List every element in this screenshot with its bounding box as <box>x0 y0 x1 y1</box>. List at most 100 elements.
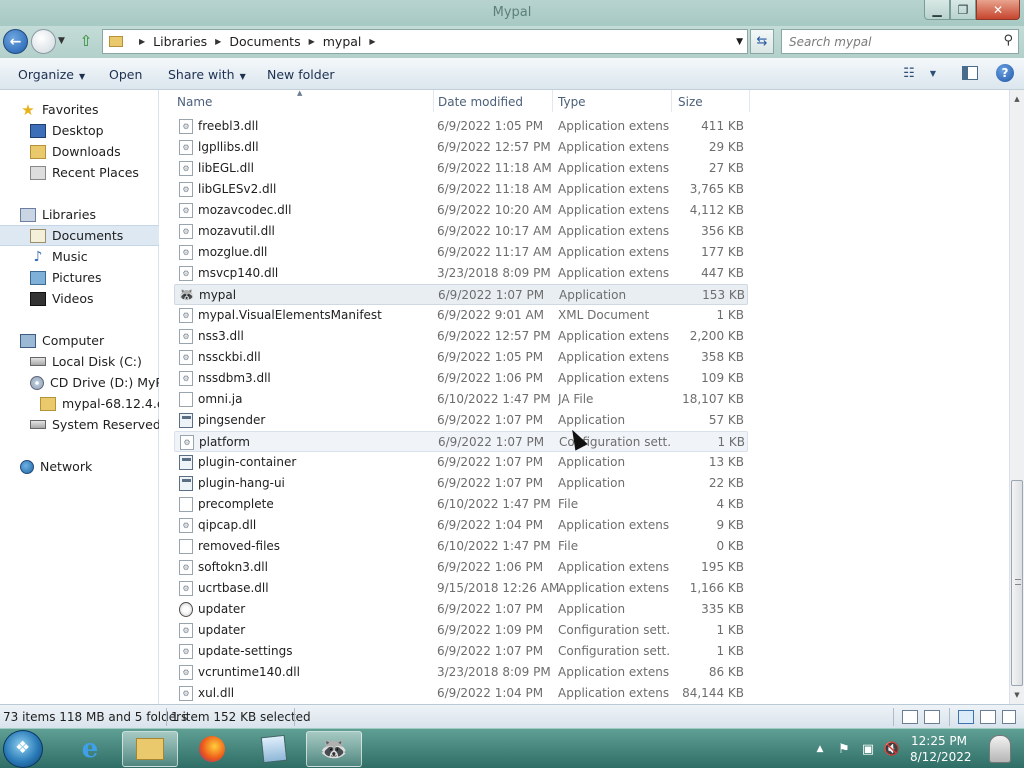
action-center-flag-icon[interactable]: ⚑ <box>835 742 853 757</box>
nav-desktop[interactable]: Desktop <box>0 120 159 141</box>
internet-explorer-icon[interactable]: e <box>62 731 118 767</box>
nav-documents[interactable]: Documents <box>0 225 159 246</box>
help-icon[interactable]: ? <box>996 64 1014 82</box>
file-row[interactable]: ⚙ mypal.VisualElementsManifest 6/9/2022 9:… <box>174 305 748 326</box>
file-row[interactable]: updater 6/9/2022 1:07 PM Application 335 KB <box>174 599 748 620</box>
details-view-icon[interactable] <box>902 710 918 724</box>
notepad-icon[interactable] <box>246 731 302 767</box>
firefox-icon[interactable] <box>184 731 240 767</box>
scroll-thumb[interactable] <box>1011 480 1023 686</box>
file-row[interactable]: omni.ja 6/10/2022 1:47 PM JA File 18,107 KB <box>174 389 748 410</box>
nav-pictures[interactable]: Pictures <box>0 267 159 288</box>
file-row[interactable]: plugin-hang-ui 6/9/2022 1:07 PM Applicatio… <box>174 473 748 494</box>
search-box[interactable]: ⚲ <box>781 29 1019 54</box>
minimize-button[interactable]: ▁ <box>924 0 950 20</box>
file-row[interactable]: ⚙ libGLESv2.dll 6/9/2022 11:18 AM Applicati… <box>174 179 748 200</box>
recent-pages-dropdown[interactable]: ▼ <box>58 36 65 46</box>
file-row[interactable]: ⚙ ucrtbase.dll 9/15/2018 12:26 AM Applicati… <box>174 578 748 599</box>
file-row[interactable]: pingsender 6/9/2022 1:07 PM Application 57 … <box>174 410 748 431</box>
nav-recent-places[interactable]: Recent Places <box>0 162 159 183</box>
file-row[interactable]: ⚙ softokn3.dll 6/9/2022 1:06 PM Application… <box>174 557 748 578</box>
change-view-button[interactable]: ☷ <box>898 64 920 82</box>
file-row[interactable]: ⚙ mozavcodec.dll 6/9/2022 10:20 AM Applicat… <box>174 200 748 221</box>
address-bar[interactable]: ▶ Libraries ▶ Documents ▶ mypal ▶ ▼ <box>102 29 748 54</box>
vertical-scrollbar[interactable]: ▲ ▼ <box>1009 90 1024 704</box>
column-divider[interactable] <box>749 90 750 112</box>
file-row[interactable]: plugin-container 6/9/2022 1:07 PM Applicat… <box>174 452 748 473</box>
start-button[interactable] <box>3 730 43 768</box>
column-header-size[interactable]: Size <box>678 90 748 114</box>
file-row[interactable]: ⚙ mozavutil.dll 6/9/2022 10:17 AM Applicati… <box>174 221 748 242</box>
breadcrumb-chevron-icon[interactable]: ▶ <box>309 37 315 46</box>
file-row[interactable]: ⚙ nssdbm3.dll 6/9/2022 1:06 PM Application … <box>174 368 748 389</box>
breadcrumb-chevron-icon[interactable]: ▶ <box>139 37 145 46</box>
back-button[interactable]: ← <box>3 29 28 54</box>
nav-favorites[interactable]: ★ Favorites <box>0 99 159 120</box>
scroll-down-icon[interactable]: ▼ <box>1010 688 1024 702</box>
search-input[interactable] <box>789 31 994 52</box>
file-row[interactable]: 🦝 mypal 6/9/2022 1:07 PM Application 153 KB <box>174 284 748 305</box>
organize-menu[interactable]: Organize ▼ <box>18 67 85 82</box>
details-pane-toggle-icon[interactable] <box>1002 710 1016 724</box>
clock[interactable]: 12:25 PM 8/12/2022 <box>910 733 972 765</box>
file-row[interactable]: removed-files 6/10/2022 1:47 PM File 0 KB <box>174 536 748 557</box>
volume-muted-icon[interactable]: 🔇 <box>883 742 901 757</box>
nav-computer[interactable]: Computer <box>0 330 159 351</box>
open-button[interactable]: Open <box>109 67 142 82</box>
network-status-icon[interactable]: ▣ <box>859 742 877 757</box>
close-button[interactable]: ✕ <box>976 0 1020 20</box>
new-folder-button[interactable]: New folder <box>267 67 335 82</box>
nav-local-disk[interactable]: Local Disk (C:) <box>0 351 159 372</box>
breadcrumb-mypal[interactable]: mypal <box>323 34 362 49</box>
preview-pane-toggle-icon[interactable] <box>980 710 996 724</box>
nav-downloads[interactable]: Downloads <box>0 141 159 162</box>
file-row[interactable]: ⚙ update-settings 6/9/2022 1:07 PM Configur… <box>174 641 748 662</box>
mypal-app-icon[interactable]: 🦝 <box>306 731 362 767</box>
show-desktop-button[interactable] <box>976 729 1024 768</box>
nav-cd-drive[interactable]: CD Drive (D:) MyPal <box>0 372 159 393</box>
file-row[interactable]: ⚙ freebl3.dll 6/9/2022 1:05 PM Application … <box>174 116 748 137</box>
file-row[interactable]: precomplete 6/10/2022 1:47 PM File 4 KB <box>174 494 748 515</box>
file-row[interactable]: ⚙ lgpllibs.dll 6/9/2022 12:57 PM Applicatio… <box>174 137 748 158</box>
nav-system-reserved[interactable]: System Reserved (E:) <box>0 414 159 435</box>
maximize-button[interactable]: ❐ <box>950 0 976 20</box>
nav-network[interactable]: Network <box>0 456 159 477</box>
file-row[interactable]: ⚙ msvcp140.dll 3/23/2018 8:09 PM Applicatio… <box>174 263 748 284</box>
nav-mypal-folder[interactable]: mypal-68.12.4.en- <box>0 393 159 414</box>
search-icon[interactable]: ⚲ <box>1003 33 1013 48</box>
file-row[interactable]: ⚙ vcruntime140.dll 3/23/2018 8:09 PM Applic… <box>174 662 748 683</box>
nav-libraries[interactable]: Libraries <box>0 204 159 225</box>
file-row[interactable]: ⚙ qipcap.dll 6/9/2022 1:04 PM Application e… <box>174 515 748 536</box>
layout-view-icon[interactable] <box>958 710 974 724</box>
column-header-date[interactable]: Date modified <box>438 90 552 114</box>
address-dropdown-icon[interactable]: ▼ <box>736 37 743 47</box>
nav-music[interactable]: ♪ Music <box>0 246 159 267</box>
windows-explorer-icon[interactable] <box>122 731 178 767</box>
breadcrumb-chevron-icon[interactable]: ▶ <box>369 37 375 46</box>
share-with-menu[interactable]: Share with ▼ <box>168 67 246 82</box>
column-header-type[interactable]: Type <box>558 90 670 114</box>
nav-videos[interactable]: Videos <box>0 288 159 309</box>
file-row[interactable]: ⚙ libEGL.dll 6/9/2022 11:18 AM Application … <box>174 158 748 179</box>
file-row[interactable]: ⚙ nss3.dll 6/9/2022 12:57 PM Application ex… <box>174 326 748 347</box>
file-row[interactable]: ⚙ updater 6/9/2022 1:09 PM Configuration se… <box>174 620 748 641</box>
thumbnail-view-icon[interactable] <box>924 710 940 724</box>
file-row[interactable]: ⚙ mozglue.dll 6/9/2022 11:17 AM Application… <box>174 242 748 263</box>
breadcrumb-libraries[interactable]: Libraries <box>153 34 207 49</box>
show-hidden-icons-icon[interactable]: ▲ <box>811 744 829 754</box>
column-divider[interactable] <box>671 90 672 112</box>
up-button[interactable]: ⇧ <box>76 31 96 51</box>
column-divider[interactable] <box>552 90 553 112</box>
forward-button[interactable] <box>31 29 56 54</box>
file-row[interactable]: ⚙ xul.dll 6/9/2022 1:04 PM Application exte… <box>174 683 748 704</box>
column-header-name[interactable]: Name <box>177 90 432 114</box>
breadcrumb-documents[interactable]: Documents <box>229 34 300 49</box>
file-row[interactable]: ⚙ platform 6/9/2022 1:07 PM Configuration s… <box>174 431 748 452</box>
breadcrumb-chevron-icon[interactable]: ▶ <box>215 37 221 46</box>
column-divider[interactable] <box>433 90 434 112</box>
scroll-up-icon[interactable]: ▲ <box>1010 92 1024 106</box>
preview-pane-icon[interactable] <box>962 66 978 80</box>
file-row[interactable]: ⚙ nssckbi.dll 6/9/2022 1:05 PM Application … <box>174 347 748 368</box>
refresh-button[interactable]: ⇆ <box>750 29 774 54</box>
view-dropdown-icon[interactable]: ▼ <box>922 64 944 82</box>
